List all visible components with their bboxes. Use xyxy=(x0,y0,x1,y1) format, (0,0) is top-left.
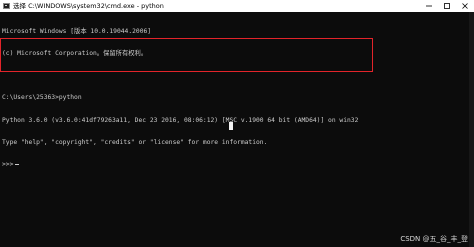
title-bar[interactable]: 选择 C:\WINDOWS\system32\cmd.exe - python xyxy=(0,0,474,12)
console-output[interactable]: Microsoft Windows [版本 10.0.19044.2006] (… xyxy=(2,13,470,183)
vertical-scrollbar[interactable] xyxy=(469,12,474,247)
console-line-help-hint: Type "help", "copyright", "credits" or "… xyxy=(2,138,268,146)
watermark: CSDN @五_谷_丰_登 xyxy=(400,235,468,243)
mouse-ibeam-cursor xyxy=(229,122,233,130)
close-icon[interactable] xyxy=(456,0,474,12)
cmd-window: 选择 C:\WINDOWS\system32\cmd.exe - python … xyxy=(0,0,474,247)
python-prompt: >>> xyxy=(2,161,14,169)
window-controls xyxy=(420,0,474,12)
text-cursor xyxy=(15,163,20,166)
window-title: 选择 C:\WINDOWS\system32\cmd.exe - python xyxy=(13,2,164,10)
console-line-copyright: (c) Microsoft Corporation。保留所有权利。 xyxy=(2,50,148,58)
minimize-icon[interactable] xyxy=(420,0,438,12)
console-line-command: C:\Users\25363>python xyxy=(2,94,82,102)
cmd-icon[interactable] xyxy=(3,3,10,9)
console-line-prompt-row[interactable]: >>> xyxy=(2,161,470,168)
console-line-version: Microsoft Windows [版本 10.0.19044.2006] xyxy=(2,27,152,35)
maximize-icon[interactable] xyxy=(438,0,456,12)
console-line-python-version: Python 3.6.0 (v3.6.0:41df79263a11, Dec 2… xyxy=(2,116,359,124)
